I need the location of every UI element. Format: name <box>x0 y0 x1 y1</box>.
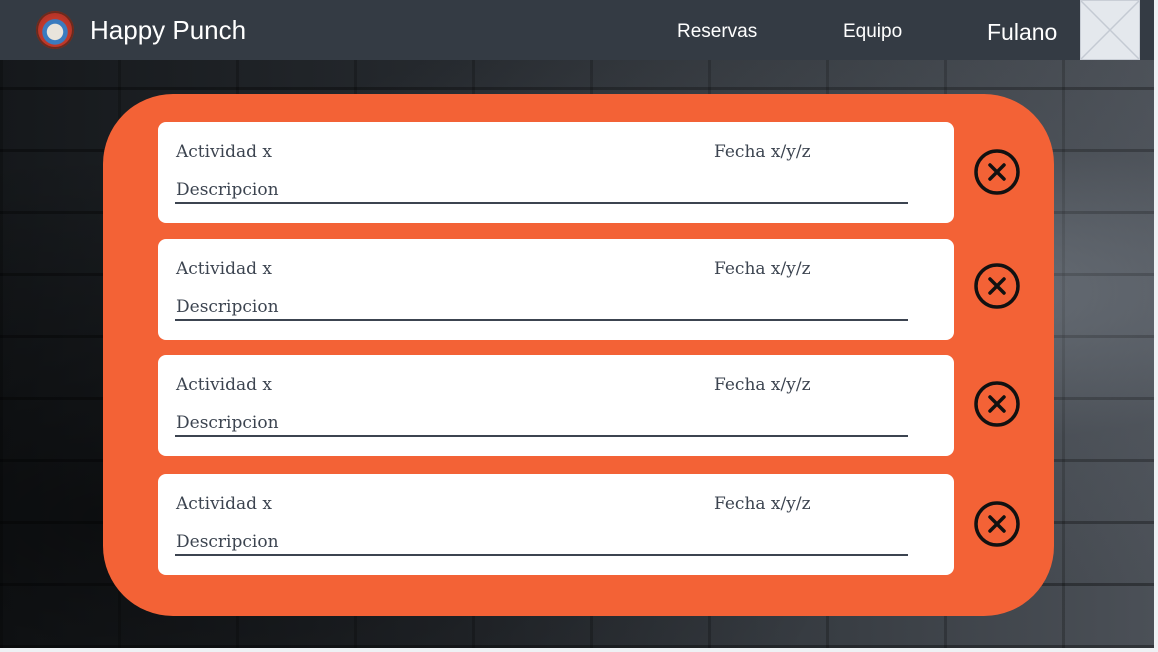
description-divider <box>175 319 908 321</box>
booking-date: Fecha x/y/z <box>714 494 811 514</box>
close-circle-icon <box>974 149 1020 195</box>
nav-link-equipo[interactable]: Equipo <box>843 20 902 44</box>
booking-description: Descripcion <box>176 413 279 433</box>
brand-logo[interactable] <box>36 11 74 49</box>
close-circle-icon <box>974 381 1020 427</box>
booking-activity: Actividad x <box>176 375 272 395</box>
booking-description: Descripcion <box>176 180 279 200</box>
remove-booking-button[interactable] <box>971 146 1023 198</box>
remove-booking-button[interactable] <box>971 378 1023 430</box>
top-navbar: Happy Punch Reservas Equipo Fulano <box>0 0 1154 60</box>
booking-date: Fecha x/y/z <box>714 142 811 162</box>
close-circle-icon <box>974 263 1020 309</box>
close-circle-icon <box>974 501 1020 547</box>
booking-card: Actividad x Fecha x/y/z Descripcion <box>158 355 954 456</box>
booking-activity: Actividad x <box>176 494 272 514</box>
brand-name[interactable]: Happy Punch <box>90 14 246 46</box>
description-divider <box>175 435 908 437</box>
description-divider <box>175 202 908 204</box>
booking-date: Fecha x/y/z <box>714 375 811 395</box>
description-divider <box>175 554 908 556</box>
booking-activity: Actividad x <box>176 142 272 162</box>
app-root: Happy Punch Reservas Equipo Fulano Activ… <box>0 0 1154 648</box>
booking-card: Actividad x Fecha x/y/z Descripcion <box>158 474 954 575</box>
nav-link-reservas[interactable]: Reservas <box>677 20 757 44</box>
remove-booking-button[interactable] <box>971 498 1023 550</box>
avatar-placeholder-icon[interactable] <box>1080 0 1140 60</box>
user-name[interactable]: Fulano <box>987 17 1057 47</box>
booking-description: Descripcion <box>176 297 279 317</box>
booking-date: Fecha x/y/z <box>714 259 811 279</box>
bookings-panel: Actividad x Fecha x/y/z Descripcion Acti… <box>103 94 1054 616</box>
booking-card: Actividad x Fecha x/y/z Descripcion <box>158 239 954 340</box>
remove-booking-button[interactable] <box>971 260 1023 312</box>
booking-description: Descripcion <box>176 532 279 552</box>
booking-activity: Actividad x <box>176 259 272 279</box>
booking-card: Actividad x Fecha x/y/z Descripcion <box>158 122 954 223</box>
